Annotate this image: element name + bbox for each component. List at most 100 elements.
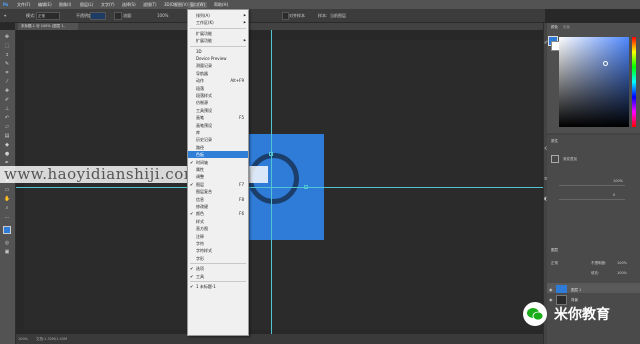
menu-help[interactable]: 帮助(H) bbox=[214, 2, 228, 8]
window-menu-item[interactable]: 直方图 bbox=[188, 225, 248, 232]
anchor-point-top[interactable] bbox=[269, 152, 273, 156]
tab-swatches[interactable]: 色板 bbox=[563, 25, 570, 30]
window-menu-item[interactable]: 测量记录 bbox=[188, 62, 248, 69]
window-menu-item[interactable]: 调整 bbox=[188, 173, 248, 180]
brush-tool-icon[interactable]: ✐ bbox=[4, 97, 10, 103]
slider-value-1[interactable]: 100% bbox=[613, 179, 623, 183]
window-menu-item[interactable]: 属性 bbox=[188, 166, 248, 173]
history-brush-tool-icon[interactable]: ↶ bbox=[4, 115, 10, 121]
quick-mask-icon[interactable]: ◎ bbox=[4, 240, 10, 246]
window-menu-item[interactable]: 历史记录 bbox=[188, 136, 248, 143]
window-menu-item[interactable]: 工作区(K) ▶ bbox=[188, 19, 248, 26]
window-menu-item[interactable]: Device Preview bbox=[188, 55, 248, 62]
dodge-tool-icon[interactable]: ● bbox=[4, 151, 10, 157]
menu-filter[interactable]: 滤镜(T) bbox=[143, 2, 157, 8]
opacity-input[interactable] bbox=[90, 12, 106, 20]
window-menu-item[interactable]: ✔ 1 未标题-1 bbox=[188, 283, 248, 290]
menu-edit[interactable]: 编辑(E) bbox=[38, 2, 52, 8]
window-menu-item[interactable]: 段落样式 bbox=[188, 92, 248, 99]
window-menu-item[interactable]: 仿制源 bbox=[188, 99, 248, 106]
menu-select[interactable]: 选择(S) bbox=[122, 2, 136, 8]
window-menu-item[interactable]: 色板 bbox=[188, 151, 248, 159]
flow-value[interactable]: 100% bbox=[157, 13, 168, 18]
align-checkbox[interactable] bbox=[282, 12, 289, 20]
window-menu-item[interactable]: 库 bbox=[188, 129, 248, 136]
window-menu-item[interactable]: 字符 bbox=[188, 240, 248, 247]
gradient-tool-icon[interactable]: ▤ bbox=[4, 133, 10, 139]
window-menu-item[interactable]: 3D bbox=[188, 48, 248, 55]
window-menu-item[interactable]: 画笔 F5 bbox=[188, 114, 248, 121]
screen-mode-icon[interactable]: ▣ bbox=[4, 249, 10, 255]
hue-slider[interactable] bbox=[632, 37, 636, 127]
window-menu-item[interactable]: 路径 bbox=[188, 144, 248, 151]
blur-tool-icon[interactable]: ◆ bbox=[4, 142, 10, 148]
move-tool-icon[interactable]: ✥ bbox=[4, 34, 10, 40]
window-menu-item[interactable]: ✔ 时间轴 bbox=[188, 159, 248, 166]
tab-color[interactable]: 颜色 bbox=[551, 25, 558, 30]
blend-mode[interactable]: 正常 bbox=[551, 261, 558, 266]
crop-tool-icon[interactable]: ⌗ bbox=[4, 70, 10, 76]
slider-value-2[interactable]: 0 bbox=[613, 193, 615, 197]
vertical-guide[interactable] bbox=[271, 30, 272, 334]
anchor-point-right[interactable] bbox=[304, 185, 308, 189]
menu-layer[interactable]: 图层(L) bbox=[80, 2, 93, 8]
window-menu-item[interactable]: 信息 F8 bbox=[188, 196, 248, 203]
slider-track-1[interactable] bbox=[559, 185, 625, 186]
window-menu-item[interactable]: 样式 bbox=[188, 218, 248, 225]
window-menu-item[interactable]: 注释 bbox=[188, 233, 248, 240]
horizontal-guide[interactable] bbox=[16, 187, 543, 188]
marquee-tool-icon[interactable]: ⬚ bbox=[4, 43, 10, 49]
shape-tool-icon[interactable]: ▭ bbox=[4, 187, 10, 193]
layers-tab[interactable]: 图层 bbox=[551, 248, 558, 253]
color-picker-field[interactable] bbox=[559, 37, 629, 127]
window-menu-item[interactable]: 图层复合 bbox=[188, 188, 248, 195]
zoom-tool-icon[interactable]: ⌕ bbox=[4, 205, 10, 211]
doc-info[interactable]: 文档:1.32M/1.45M bbox=[36, 337, 67, 342]
window-menu-item[interactable]: 动作 Alt+F9 bbox=[188, 77, 248, 84]
tool-preset-icon[interactable]: ⌖ bbox=[4, 13, 6, 18]
eraser-tool-icon[interactable]: ▱ bbox=[4, 124, 10, 130]
window-menu-item[interactable]: ✔ 颜色 F6 bbox=[188, 210, 248, 217]
window-menu-item[interactable]: 扩展功能 bbox=[188, 30, 248, 37]
sample-value[interactable]: 当前图层 bbox=[330, 13, 346, 19]
layer-fill-value[interactable]: 100% bbox=[617, 271, 627, 275]
slider-track-2[interactable] bbox=[559, 199, 625, 200]
layer-opacity-value[interactable]: 100% bbox=[617, 261, 627, 265]
menu-item-label: 扩展功能 bbox=[196, 30, 212, 36]
color-panel-tabs: 颜色 色板 bbox=[547, 25, 640, 31]
brush-panel-icon[interactable]: ✐ bbox=[544, 40, 548, 46]
window-menu-item[interactable]: 排列(A) ▶ bbox=[188, 12, 248, 19]
window-menu-item[interactable]: 画笔预设 bbox=[188, 122, 248, 129]
window-menu-item[interactable]: 扩展功能 ▶ bbox=[188, 37, 248, 44]
menu-window[interactable]: 窗口(W) bbox=[188, 2, 208, 8]
document-tab[interactable]: 未标题-1 @ 100% (图层 1, RGB/8) bbox=[18, 23, 78, 35]
window-menu-item[interactable]: 导航器 bbox=[188, 70, 248, 77]
menu-type[interactable]: 文字(Y) bbox=[101, 2, 115, 8]
checkmark-icon: ✔ bbox=[190, 181, 194, 187]
window-menu-item[interactable]: ✔ 选项 bbox=[188, 265, 248, 272]
color-picker-cursor[interactable] bbox=[603, 61, 608, 66]
window-menu-item[interactable]: 工具预设 bbox=[188, 107, 248, 114]
eyedropper-tool-icon[interactable]: ⁄ bbox=[4, 79, 10, 85]
window-menu-item[interactable]: ✔ 工具 bbox=[188, 273, 248, 280]
window-menu-item[interactable]: 修改键 bbox=[188, 203, 248, 210]
window-menu-item[interactable]: 段落 bbox=[188, 85, 248, 92]
window-menu-item[interactable]: 字形 bbox=[188, 255, 248, 262]
menu-image[interactable]: 图像(I) bbox=[59, 2, 71, 8]
more-tools-icon[interactable]: … bbox=[4, 214, 10, 220]
options-bar: ⌖ 模式: 正常 不透明度: 流量: 100% 对齐样本 样本: 当前图层 bbox=[0, 9, 545, 23]
clone-stamp-tool-icon[interactable]: ⊥ bbox=[4, 106, 10, 112]
mode-select[interactable]: 正常 bbox=[36, 12, 60, 20]
menu-view[interactable]: 视图(V) bbox=[174, 2, 188, 8]
foreground-color-swatch[interactable] bbox=[3, 226, 11, 234]
quick-select-tool-icon[interactable]: ✎ bbox=[4, 61, 10, 67]
eye-icon[interactable]: ◉ bbox=[549, 287, 553, 292]
hand-tool-icon[interactable]: ✋ bbox=[4, 196, 10, 202]
healing-brush-tool-icon[interactable]: ✚ bbox=[4, 88, 10, 94]
menu-file[interactable]: 文件(F) bbox=[17, 2, 30, 8]
window-menu-item[interactable]: 字符样式 bbox=[188, 247, 248, 254]
zoom-level[interactable]: 100% bbox=[18, 337, 28, 341]
lasso-tool-icon[interactable]: ↄ bbox=[4, 52, 10, 58]
window-menu-item[interactable]: ✔ 图层 F7 bbox=[188, 181, 248, 188]
pressure-toggle[interactable] bbox=[114, 12, 122, 20]
